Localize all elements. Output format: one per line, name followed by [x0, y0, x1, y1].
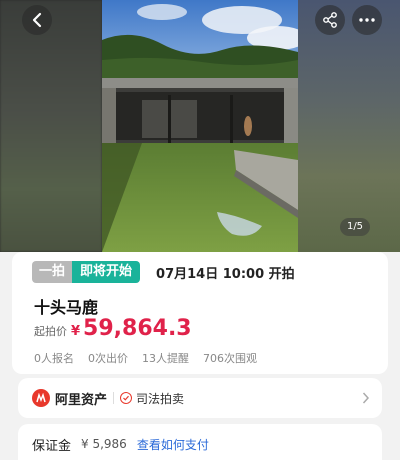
auction-detail-page: 1/5 一拍 即将开始 07月14日 10:00 开拍 十头马鹿 起拍价 ¥ 5… [0, 0, 400, 460]
judicial-check-icon [120, 392, 133, 404]
deposit-value: ¥ 5,986 [81, 437, 127, 451]
more-button[interactable] [352, 5, 382, 35]
bid-count: 0次出价 [88, 352, 128, 365]
starting-price: 起拍价 ¥ 59,864.3 [34, 316, 192, 341]
item-title: 十头马鹿 [34, 298, 99, 317]
status-badge: 即将开始 [72, 261, 141, 283]
auction-stats: 0人报名 0次出价 13人提醒 706次围观 [34, 350, 271, 366]
auction-tag-row: 一拍 即将开始 07月14日 10:00 开拍 [12, 260, 388, 284]
ali-assets-logo-icon [32, 389, 50, 407]
deposit-label: 保证金 [32, 438, 72, 454]
blurred-backdrop-right [298, 0, 400, 252]
price-label: 起拍价 [34, 325, 67, 338]
share-button[interactable] [315, 5, 345, 35]
seller-row[interactable]: 阿里资产 司法拍卖 [18, 378, 382, 418]
back-button[interactable] [22, 5, 52, 35]
view-count: 706次围观 [203, 352, 257, 365]
price-value: 59,864.3 [83, 316, 192, 341]
chevron-right-icon [362, 392, 370, 404]
signup-count: 0人报名 [34, 352, 74, 365]
image-counter: 1/5 [340, 218, 370, 236]
blurred-backdrop-left [0, 0, 102, 252]
auction-info-card: 一拍 即将开始 07月14日 10:00 开拍 十头马鹿 起拍价 ¥ 59,86… [12, 252, 388, 374]
auction-channel: 司法拍卖 [136, 391, 185, 406]
farm-photo [102, 0, 298, 252]
deposit-row: 保证金 ¥ 5,986 查看如何支付 [18, 424, 382, 460]
back-arrow-icon [32, 12, 42, 28]
start-time: 07月14日 10:00 开拍 [156, 266, 295, 282]
more-dots-icon [359, 18, 375, 22]
seller-brand: 阿里资产 [55, 392, 108, 408]
price-currency: ¥ [71, 324, 81, 339]
media-gallery[interactable]: 1/5 [0, 0, 400, 252]
reminder-count: 13人提醒 [142, 352, 189, 365]
round-tag: 一拍 [32, 261, 73, 283]
share-icon [323, 12, 337, 28]
divider [113, 392, 115, 404]
how-to-pay-link[interactable]: 查看如何支付 [137, 436, 209, 453]
